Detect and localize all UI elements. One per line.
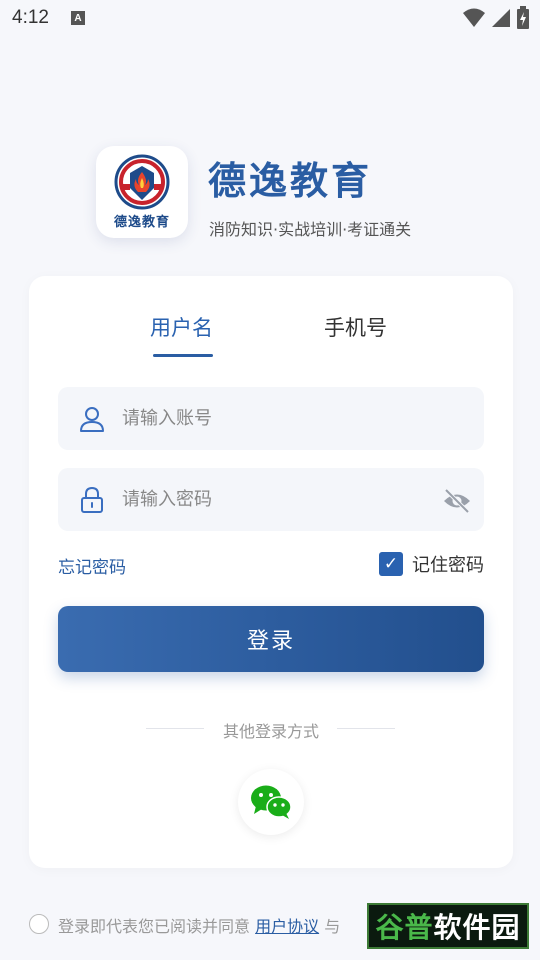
- app-logo: 德逸教育: [96, 146, 188, 238]
- status-bar: 4:12 A: [0, 0, 540, 36]
- other-login-label: 其他登录方式: [222, 722, 319, 741]
- tab-username[interactable]: 用户名: [150, 312, 213, 342]
- battery-icon: [517, 6, 529, 29]
- account-input[interactable]: [122, 387, 422, 450]
- login-card: 用户名 手机号 忘记密码 ✓ 记住密码 登录 其他登录方式: [29, 276, 513, 868]
- status-time: 4:12: [12, 7, 49, 28]
- remember-label: 记住密码: [412, 555, 484, 576]
- password-input[interactable]: [122, 468, 422, 531]
- account-field[interactable]: [58, 387, 484, 450]
- remember-password-toggle[interactable]: ✓ 记住密码: [379, 551, 484, 577]
- password-field[interactable]: [58, 468, 484, 531]
- agreement-prefix: 登录即代表您已阅读并同意: [58, 917, 256, 936]
- watermark-part2: 软件园: [433, 911, 521, 944]
- lock-icon: [81, 486, 103, 513]
- watermark-part1: 谷普: [375, 911, 434, 944]
- agreement-conjunction: 与: [319, 917, 341, 936]
- login-button[interactable]: 登录: [58, 606, 484, 672]
- notification-badge: A: [70, 11, 85, 25]
- status-icons: [462, 6, 530, 30]
- agreement-text: 登录即代表您已阅读并同意 用户协议 与: [58, 913, 340, 937]
- wifi-icon: [463, 8, 485, 27]
- user-agreement-link[interactable]: 用户协议: [255, 917, 319, 936]
- tab-phone[interactable]: 手机号: [324, 312, 387, 342]
- eye-off-icon[interactable]: [442, 488, 472, 514]
- divider-right: [337, 728, 395, 729]
- watermark-logo: 谷普 软件园: [367, 903, 529, 949]
- remember-checkbox[interactable]: ✓: [379, 552, 403, 576]
- fire-emblem-icon: [114, 154, 170, 210]
- user-icon: [80, 407, 104, 432]
- logo-caption: 德逸教育: [113, 215, 170, 230]
- signal-icon: [492, 9, 510, 27]
- brand-subtitle: 消防知识·实战培训·考证通关: [209, 220, 412, 239]
- brand-title: 德逸教育: [208, 159, 373, 203]
- active-tab-indicator: [153, 354, 213, 357]
- wechat-icon: [251, 785, 292, 819]
- wechat-login-button[interactable]: [238, 769, 304, 835]
- agreement-radio[interactable]: [29, 914, 49, 934]
- forgot-password-link[interactable]: 忘记密码: [58, 553, 126, 578]
